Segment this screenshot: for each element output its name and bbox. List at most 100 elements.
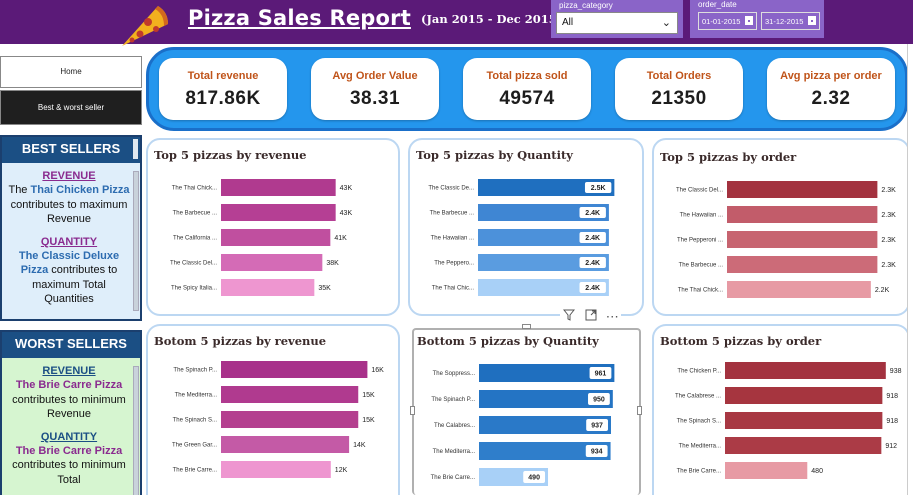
best-sellers-body: REVENUE The Thai Chicken Pizza contribut… [2,163,140,317]
nav-home-button[interactable]: Home [0,56,142,88]
category-label: The Spinach P... [431,397,475,403]
bar [725,362,886,379]
category-label: The Calabres... [434,423,475,429]
kpi-label: Total pizza sold [486,70,568,82]
data-label: 912 [885,443,897,450]
chart-bottom-quantity[interactable]: Bottom 5 pizzas by Quantity The Soppress… [412,328,641,495]
worst-sellers-panel: WORST SELLERS REVENUE The Brie Carre Piz… [0,330,142,495]
kpi-label: Total revenue [187,70,259,82]
bar [727,281,871,298]
category-label: The Calabrese ... [675,394,721,400]
category-label: The Green Gar... [172,443,217,449]
bar [221,361,368,378]
category-label: The Thai Chick... [678,288,724,294]
chart-top-quantity[interactable]: Top 5 pizzas by Quantity The Classic De.… [408,138,644,316]
data-label: 480 [811,468,823,475]
kpi-value: 817.86K [185,88,261,109]
date-from-value: 01-01-2015 [702,17,741,26]
date-from-input[interactable]: 01-01-2015 [698,12,757,30]
worst-revenue-text: The Brie Carre Pizza contributes to mini… [12,379,126,421]
data-label: 2.4K [585,260,600,267]
data-label: 43K [340,210,353,217]
category-dropdown-value: All [562,17,574,28]
chart-svg: The Soppress... 961 The Spinach P... 950 The… [431,364,615,486]
calendar-icon[interactable] [745,16,753,25]
data-label: 41K [334,235,347,242]
chart-svg: The Thai Chick... 43K The Barbecue ... 43K T… [170,179,353,296]
category-label: The Barbecue ... [430,211,475,217]
data-label: 2.4K [585,235,600,242]
category-dropdown[interactable]: All ⌄ [556,12,678,34]
kpi-label: Avg pizza per order [780,70,882,82]
date-slicer: order_date 01-01-2015 31-12-2015 [690,0,824,38]
worst-quantity-heading: QUANTITY [40,430,98,443]
chart-svg: The Classic De... 2.5K The Barbecue ... 2.4… [428,179,615,296]
data-label: 16K [371,367,384,374]
bar [725,387,883,404]
scrollbar[interactable] [133,171,139,311]
pizza-slice-icon [122,6,168,46]
chart-svg: The Classic Del... 2.3K The Hawaiian ... 2.… [676,181,896,298]
kpi-card-total-revenue: Total revenue 817.86K [159,58,287,120]
chart-top-revenue[interactable]: Top 5 pizzas by revenue The Thai Chick..… [146,138,400,316]
category-label: The Classic De... [428,186,474,192]
data-label: 38K [326,260,339,267]
date-to-input[interactable]: 31-12-2015 [761,12,820,30]
data-label: 2.3K [881,262,896,269]
best-revenue-text: The Thai Chicken Pizza contributes to ma… [8,184,130,226]
more-options-icon[interactable]: ⋯ [603,309,621,325]
chart-bottom-revenue[interactable]: Botom 5 pizzas by revenue The Spinach P.… [146,324,400,495]
bar [725,437,882,454]
bar [727,231,878,248]
best-sellers-title: BEST SELLERS [2,137,140,163]
category-label: The Brie Carre... [431,475,476,481]
best-quantity-text: The Classic Deluxe Pizza contributes to … [18,250,120,306]
data-label: 938 [890,368,902,375]
best-sellers-panel: BEST SELLERS REVENUE The Thai Chicken Pi… [0,135,142,321]
bar [725,412,883,429]
bar [727,256,878,273]
data-label: 490 [528,475,540,482]
header-bar: Pizza Sales Report (Jan 2015 - Dec 2015)… [0,0,913,46]
kpi-card-total-orders: Total Orders 21350 [615,58,743,120]
data-label: 2.4K [585,285,600,292]
data-label: 918 [886,418,898,425]
resize-handle[interactable] [522,324,531,329]
data-label: 937 [591,423,603,430]
category-label: The Spinach P... [173,368,217,374]
scrollbar[interactable] [133,366,139,495]
category-slicer: pizza_category All ⌄ [551,0,683,38]
data-label: 2.3K [881,212,896,219]
filter-icon[interactable] [560,309,578,324]
category-label: The Peppero... [434,261,474,267]
resize-handle[interactable] [637,406,642,415]
category-label: The Brie Carre... [677,469,722,475]
chart-top-orders[interactable]: Top 5 pizzas by order The Classic Del...… [652,138,910,316]
category-label: The Classic Del... [170,261,217,267]
bar [725,462,808,479]
chart-svg: The Chicken P... 938 The Calabrese ... 918 T… [675,362,902,479]
kpi-card-total-pizza-sold: Total pizza sold 49574 [463,58,591,120]
data-label: 2.2K [875,287,890,294]
bar [221,229,331,246]
kpi-strip: Total revenue 817.86K Avg Order Value 38… [146,47,908,131]
data-label: 2.3K [881,187,896,194]
category-label: The Soppress... [433,371,476,377]
kpi-value: 49574 [499,88,555,109]
data-label: 35K [318,285,331,292]
chart-bottom-orders[interactable]: Bottom 5 pizzas by order The Chicken P..… [652,324,910,495]
resize-handle[interactable] [410,406,415,415]
date-range-label: (Jan 2015 - Dec 2015) [421,12,563,26]
data-label: 14K [353,442,366,449]
data-label: 15K [362,417,375,424]
nav-best-worst-button[interactable]: Best & worst seller [0,90,142,125]
category-label: The Thai Chick... [172,186,218,192]
focus-mode-icon[interactable] [582,309,600,324]
chevron-down-icon: ⌄ [661,17,671,29]
calendar-icon[interactable] [808,16,816,25]
data-label: 2.3K [881,237,896,244]
scrollbar[interactable] [133,139,138,159]
data-label: 961 [595,371,607,378]
report-title: Pizza Sales Report [188,6,411,30]
kpi-value: 38.31 [349,88,401,109]
